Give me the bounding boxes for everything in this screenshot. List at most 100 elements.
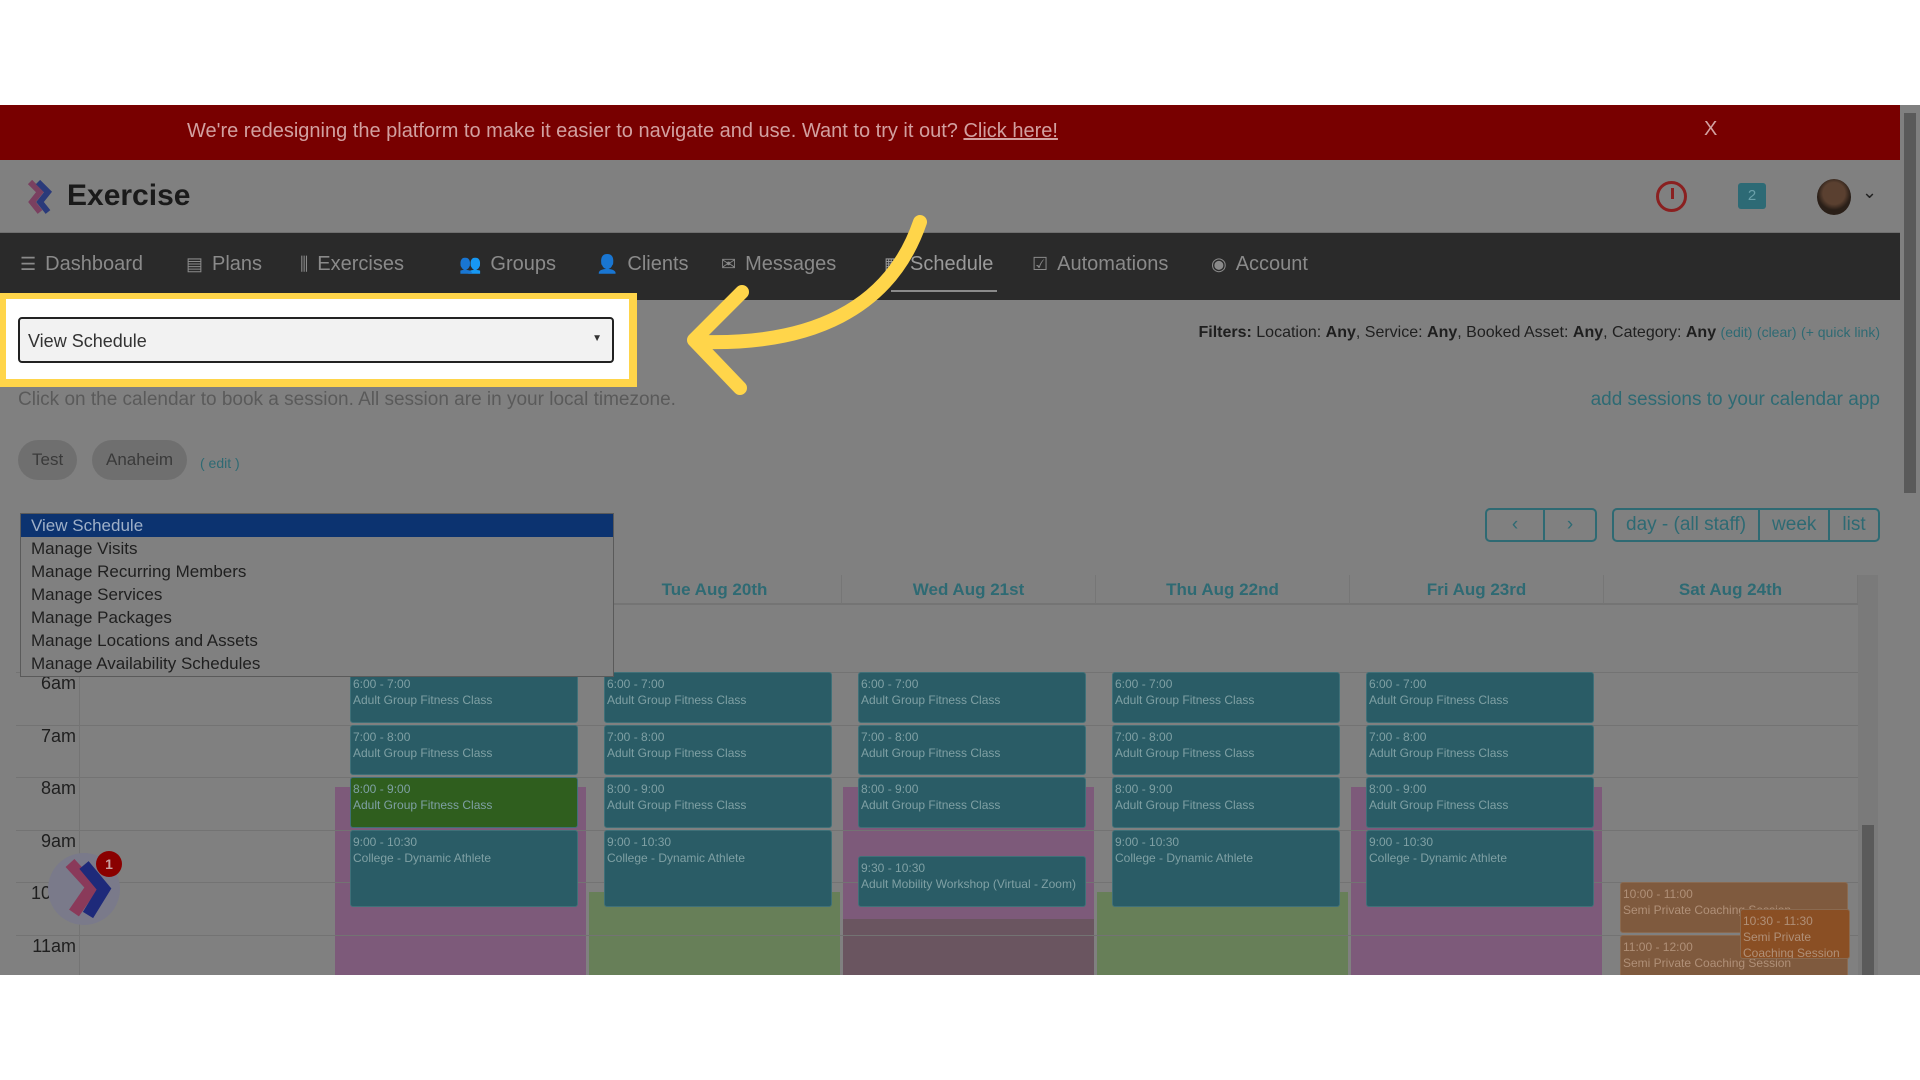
filters-quick-link[interactable]: (+ quick link) [1801,324,1880,340]
availability-block[interactable] [843,918,1094,975]
event-title: College - Dynamic Athlete [1369,850,1508,865]
event-title: Adult Group Fitness Class [861,798,1001,813]
day-header[interactable]: Wed Aug 21st [842,575,1096,605]
calendar-event[interactable]: 8:00 - 9:00 Adult Group Fitness Class [350,777,578,828]
calendar-event[interactable]: 9:00 - 10:30 College - Dynamic Athlete [1112,829,1340,907]
event-time: 10:00 - 11:00 [1623,887,1693,902]
tags-edit-link[interactable]: ( edit ) [200,455,240,471]
dropdown-option[interactable]: Manage Locations and Assets [21,629,613,652]
avatar[interactable] [1817,179,1851,215]
calendar-event[interactable]: 8:00 - 9:00 Adult Group Fitness Class [1366,777,1594,828]
nav-clients[interactable]: 👤 Clients [596,253,689,276]
event-title: College - Dynamic Athlete [353,850,492,865]
dropdown-option[interactable]: Manage Packages [21,606,613,629]
calendar-event[interactable]: 7:00 - 8:00 Adult Group Fitness Class [350,724,578,776]
day-header[interactable]: Thu Aug 22nd [1096,575,1350,605]
check-square-icon: ☑ [1032,254,1049,274]
event-title: College - Dynamic Athlete [607,850,746,865]
page-scrollbar[interactable] [1900,105,1920,975]
clipboard-icon: ▤ [186,254,204,274]
prev-button[interactable]: ‹ [1487,510,1543,540]
filter-asset-label: Booked Asset: [1466,324,1569,341]
active-tab-underline [891,290,997,292]
banner-close-button[interactable]: X [1704,118,1717,141]
event-time: 7:00 - 8:00 [1115,729,1173,744]
filters-edit-link[interactable]: (edit) [1721,324,1753,340]
banner-link[interactable]: Click here! [963,120,1057,142]
dropdown-option[interactable]: Manage Visits [21,537,613,560]
user-icon: 👤 [596,254,619,274]
event-time: 8:00 - 9:00 [1115,782,1173,797]
next-button[interactable]: › [1543,510,1595,540]
event-time: 9:00 - 10:30 [353,834,418,849]
event-title: Adult Group Fitness Class [353,798,493,813]
event-title: Adult Group Fitness Class [861,693,1001,707]
nav-messages[interactable]: ✉ Messages [721,253,836,276]
calendar-scrollbar[interactable] [1858,575,1878,975]
nav-account[interactable]: ◉ Account [1211,253,1308,276]
event-time: 6:00 - 7:00 [1369,677,1427,691]
filter-asset: Any [1572,324,1604,341]
schedule-select[interactable]: View Schedule ▼ [18,317,614,363]
event-time: 9:00 - 10:30 [1115,834,1180,849]
nav-label: Plans [212,253,263,275]
event-title: Adult Group Fitness Class [607,693,747,707]
nav-schedule[interactable]: ▦ Schedule [884,253,993,276]
event-time: 6:00 - 7:00 [353,677,411,691]
tag-test[interactable]: Test [18,440,78,480]
calendar-event[interactable]: 9:00 - 10:30 College - Dynamic Athlete [350,829,578,907]
calendar-event[interactable]: 9:00 - 10:30 College - Dynamic Athlete [1366,829,1594,907]
view-switcher: day - (all staff) week list [1612,508,1880,542]
nav-exercises[interactable]: ⫼ Exercises [300,253,404,276]
calendar-event[interactable]: 6:00 - 7:00 Adult Group Fitness Class [858,672,1086,723]
nav-plans[interactable]: ▤ Plans [186,253,262,276]
nav-label: Automations [1057,253,1169,275]
calendar-event[interactable]: 7:00 - 8:00 Adult Group Fitness Class [1112,724,1340,776]
calendar-event[interactable]: 6:00 - 7:00 Adult Group Fitness Class [1366,672,1594,723]
calendar-event[interactable]: 7:00 - 8:00 Adult Group Fitness Class [604,724,832,776]
tag-anaheim[interactable]: Anaheim [92,440,188,480]
calendar-event[interactable]: 6:00 - 7:00 Adult Group Fitness Class [1112,672,1340,723]
calendar-app-link[interactable]: add sessions to your calendar app [1591,389,1880,411]
day-header[interactable]: Tue Aug 20th [588,575,842,605]
filter-category-label: Category: [1612,324,1682,341]
week-view-button[interactable]: week [1758,510,1828,540]
nav-groups[interactable]: 👥 Groups [459,253,556,276]
notification-badge[interactable]: 2 [1738,183,1766,209]
main-nav: ☰ Dashboard ▤ Plans ⫼ Exercises 👥 Groups 👤 Client… [0,233,1900,300]
nav-dashboard[interactable]: ☰ Dashboard [20,253,143,276]
calendar-event[interactable]: 7:00 - 8:00 Adult Group Fitness Class [1366,724,1594,776]
calendar-scroll-thumb[interactable] [1862,825,1874,975]
dropdown-option[interactable]: View Schedule [21,514,613,537]
day-view-button[interactable]: day - (all staff) [1614,510,1758,540]
caret-down-icon: ▼ [592,333,602,344]
chevron-down-icon[interactable]: ⌄ [1862,182,1877,203]
calendar-event[interactable]: 8:00 - 9:00 Adult Group Fitness Class [1112,777,1340,828]
day-header[interactable]: Fri Aug 23rd [1350,575,1604,605]
event-title: Adult Group Fitness Class [1369,798,1509,813]
calendar-event[interactable]: 10:30 - 11:30 Semi Private Coaching Sessi… [1740,908,1850,960]
dropdown-option[interactable]: Manage Recurring Members [21,560,613,583]
event-time: 9:00 - 10:30 [1369,834,1434,849]
filter-location-label: Location: [1256,324,1322,341]
calendar-event[interactable]: 9:00 - 10:30 College - Dynamic Athlete [604,829,832,907]
calendar-event[interactable]: 8:00 - 9:00 Adult Group Fitness Class [858,777,1086,828]
user-circle-icon: ◉ [1211,254,1227,274]
nav-label: Schedule [910,253,994,275]
nav-automations[interactable]: ☑ Automations [1032,253,1168,276]
event-title: Adult Group Fitness Class [607,798,747,813]
dropdown-option[interactable]: Manage Services [21,583,613,606]
event-time: 9:30 - 10:30 [861,861,926,876]
calendar-event[interactable]: 9:30 - 10:30 Adult Mobility Workshop (Vir… [858,856,1086,907]
calendar-event[interactable]: 8:00 - 9:00 Adult Group Fitness Class [604,777,832,828]
clock-icon[interactable] [1656,181,1687,212]
calendar-event[interactable]: 7:00 - 8:00 Adult Group Fitness Class [858,724,1086,776]
event-time: 6:00 - 7:00 [1115,677,1173,691]
list-view-button[interactable]: list [1828,510,1877,540]
dropdown-option[interactable]: Manage Availability Schedules [21,652,613,675]
calendar-event[interactable]: 6:00 - 7:00 Adult Group Fitness Class [350,672,578,723]
day-header[interactable]: Sat Aug 24th [1604,575,1858,605]
event-time: 7:00 - 8:00 [861,729,919,744]
filters-clear-link[interactable]: (clear) [1757,324,1797,340]
calendar-event[interactable]: 6:00 - 7:00 Adult Group Fitness Class [604,672,832,723]
